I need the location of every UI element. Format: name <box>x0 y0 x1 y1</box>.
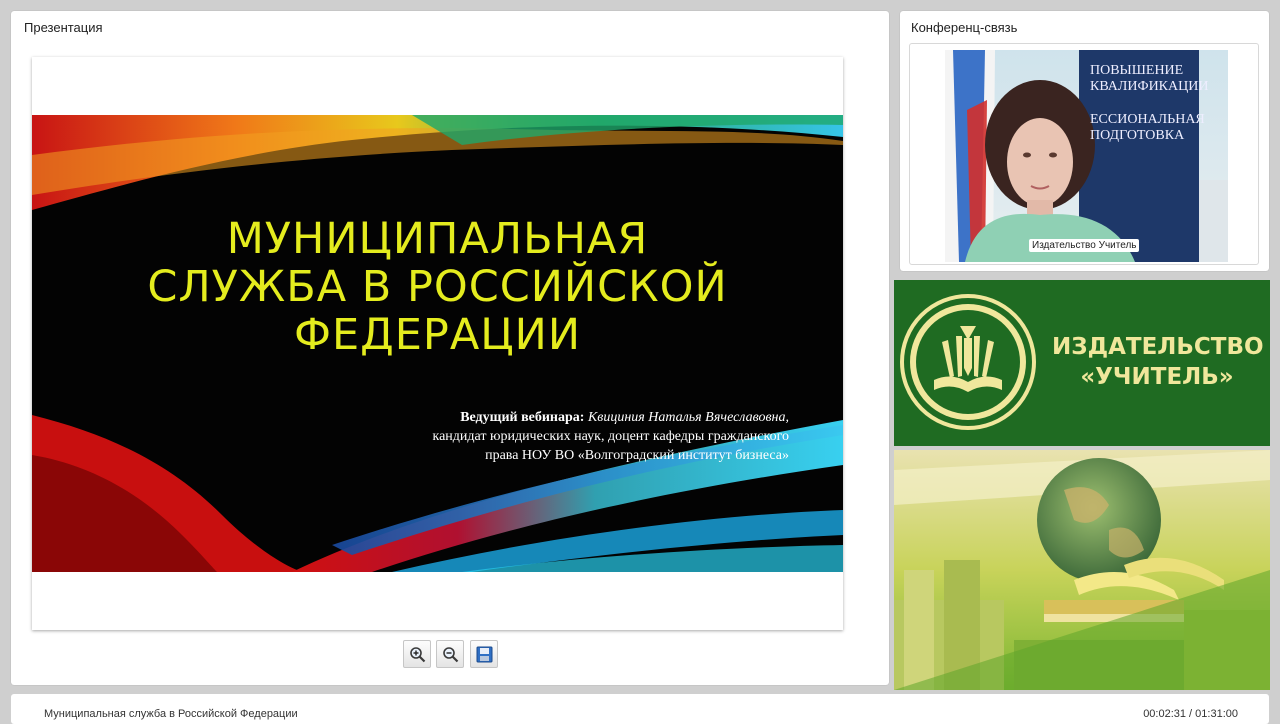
zoom-out-icon <box>443 647 459 663</box>
slide-author-info: Ведущий вебинара: Квициния Наталья Вячес… <box>329 408 789 465</box>
author-label: Ведущий вебинара: <box>460 410 585 425</box>
banner-line: ПОДГОТОВКА <box>1090 128 1185 143</box>
banner-line: ЕССИОНАЛЬНАЯ <box>1090 112 1205 127</box>
presentation-panel: Презентация МУНИЦИПАЛЬНАЯ СЛУЖБА В РОССИ… <box>11 11 889 685</box>
playback-time: 00:02:31 / 01:31:00 <box>1143 708 1238 720</box>
presentation-panel-title: Презентация <box>24 20 103 35</box>
publisher-name-line: ИЗДАТЕЛЬСТВО <box>1052 334 1264 360</box>
floppy-disk-icon <box>476 646 493 663</box>
slide-title-line: ФЕДЕРАЦИИ <box>293 310 581 360</box>
publisher-banner: ИЗДАТЕЛЬСТВО «УЧИТЕЛЬ» <box>894 280 1270 446</box>
author-name: Квициния Наталья Вячеславовна, <box>587 410 789 425</box>
slide-title: МУНИЦИПАЛЬНАЯ СЛУЖБА В РОССИЙСКОЙ ФЕДЕРА… <box>32 215 843 359</box>
publisher-logo <box>900 294 1036 430</box>
author-affiliation: права НОУ ВО «Волгоградский институт биз… <box>485 448 789 463</box>
publisher-name-line: «УЧИТЕЛЬ» <box>1080 364 1234 390</box>
conference-panel-title: Конференц-связь <box>911 20 1018 35</box>
zoom-out-button[interactable] <box>436 640 464 668</box>
video-participant-label: Издательство Учитель <box>1029 239 1140 252</box>
video-frame: ПОВЫШЕНИЕ КВАЛИФИКАЦИИ ЕССИОНАЛЬНАЯ ПОДГ… <box>909 43 1259 265</box>
webcam-video[interactable]: ПОВЫШЕНИЕ КВАЛИФИКАЦИИ ЕССИОНАЛЬНАЯ ПОДГ… <box>945 50 1228 262</box>
slide-title-line: СЛУЖБА В РОССИЙСКОЙ <box>147 262 728 312</box>
save-button[interactable] <box>470 640 498 668</box>
slide-title-line: МУНИЦИПАЛЬНАЯ <box>226 214 649 264</box>
publisher-name: ИЗДАТЕЛЬСТВО «УЧИТЕЛЬ» <box>1052 332 1264 392</box>
zoom-in-button[interactable] <box>403 640 431 668</box>
zoom-in-icon <box>410 647 426 663</box>
banner-line: КВАЛИФИКАЦИИ <box>1090 79 1209 94</box>
presentation-slide: МУНИЦИПАЛЬНАЯ СЛУЖБА В РОССИЙСКОЙ ФЕДЕРА… <box>32 57 843 630</box>
conference-panel: Конференц-связь ПОВЫШЕНИЕ КВАЛИФИКАЦИИ Е… <box>900 11 1269 271</box>
author-credentials: кандидат юридических наук, доцент кафедр… <box>432 429 789 444</box>
webinar-title: Муниципальная служба в Российской Федера… <box>44 708 298 720</box>
banner-line: ПОВЫШЕНИЕ <box>1090 63 1184 78</box>
books-illustration <box>894 450 1270 690</box>
books-globe-image <box>894 450 1270 690</box>
